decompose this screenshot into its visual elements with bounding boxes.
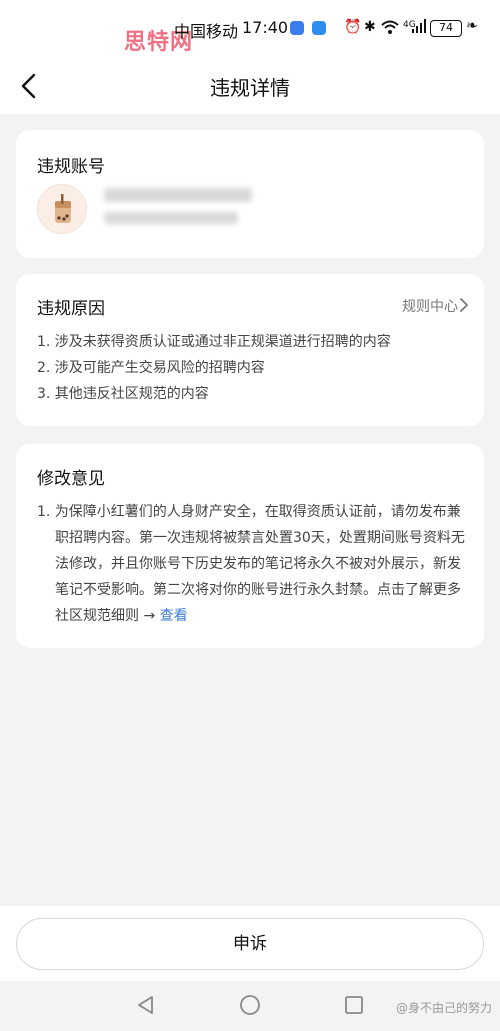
advice-card-title: 修改意见 <box>37 469 105 489</box>
chevron-right-icon[interactable] <box>458 296 470 314</box>
bottom-action-bar: 申诉 <box>0 906 500 981</box>
account-card-title: 违规账号 <box>37 157 105 177</box>
system-nav-bar: @身不由己的努力 <box>0 981 500 1031</box>
wifi-icon <box>380 19 400 39</box>
reason-item: 3. 其他违反社区规范的内容 <box>37 386 209 402</box>
battery-indicator: 74 <box>430 20 462 37</box>
nav-home-icon[interactable] <box>238 993 262 1017</box>
reason-card: 违规原因 规则中心 1. 涉及未获得资质认证或通过非正规渠道进行招聘的内容 2.… <box>16 274 484 426</box>
reason-item: 2. 涉及可能产生交易风险的招聘内容 <box>37 360 265 376</box>
rules-center-link[interactable]: 规则中心 <box>402 296 458 316</box>
status-bar: 思特网 中国移动 17:40 ⏰ ✱ 4G 74 ❧ <box>0 0 500 58</box>
advice-text: 1. 为保障小红薯们的人身财产安全，在取得资质认证前，请勿发布兼职招聘内容。第一… <box>37 504 465 624</box>
page-title: 违规详情 <box>210 76 290 100</box>
app-notification-icon <box>290 21 304 35</box>
appeal-button[interactable]: 申诉 <box>16 918 484 970</box>
account-id-blurred <box>104 212 238 224</box>
alarm-icon: ⏰ <box>344 19 362 35</box>
nav-recents-icon[interactable] <box>342 993 366 1017</box>
signal-icon <box>412 19 426 37</box>
bluetooth-icon: ✱ <box>364 19 376 35</box>
advice-paragraph: 1. 为保障小红薯们的人身财产安全，在取得资质认证前，请勿发布兼职招聘内容。第一… <box>37 499 467 629</box>
status-time: 17:40 <box>242 18 289 37</box>
carrier-label: 中国移动 <box>174 22 239 41</box>
nav-header: 违规详情 <box>0 58 500 114</box>
avatar[interactable] <box>37 184 87 234</box>
avatar-drink-icon <box>55 194 71 223</box>
weibo-watermark: @身不由己的努力 <box>395 1001 492 1015</box>
reason-item: 1. 涉及未获得资质认证或通过非正规渠道进行招聘的内容 <box>37 334 391 350</box>
eco-leaf-icon: ❧ <box>466 18 478 34</box>
reason-card-title: 违规原因 <box>37 299 105 319</box>
advice-card: 修改意见 1. 为保障小红薯们的人身财产安全，在取得资质认证前，请勿发布兼职招聘… <box>16 444 484 648</box>
account-card: 违规账号 <box>16 130 484 258</box>
account-name-blurred <box>104 188 252 202</box>
message-notification-icon <box>312 21 326 35</box>
view-rules-link[interactable]: 查看 <box>160 608 188 624</box>
nav-back-icon[interactable] <box>134 993 158 1017</box>
